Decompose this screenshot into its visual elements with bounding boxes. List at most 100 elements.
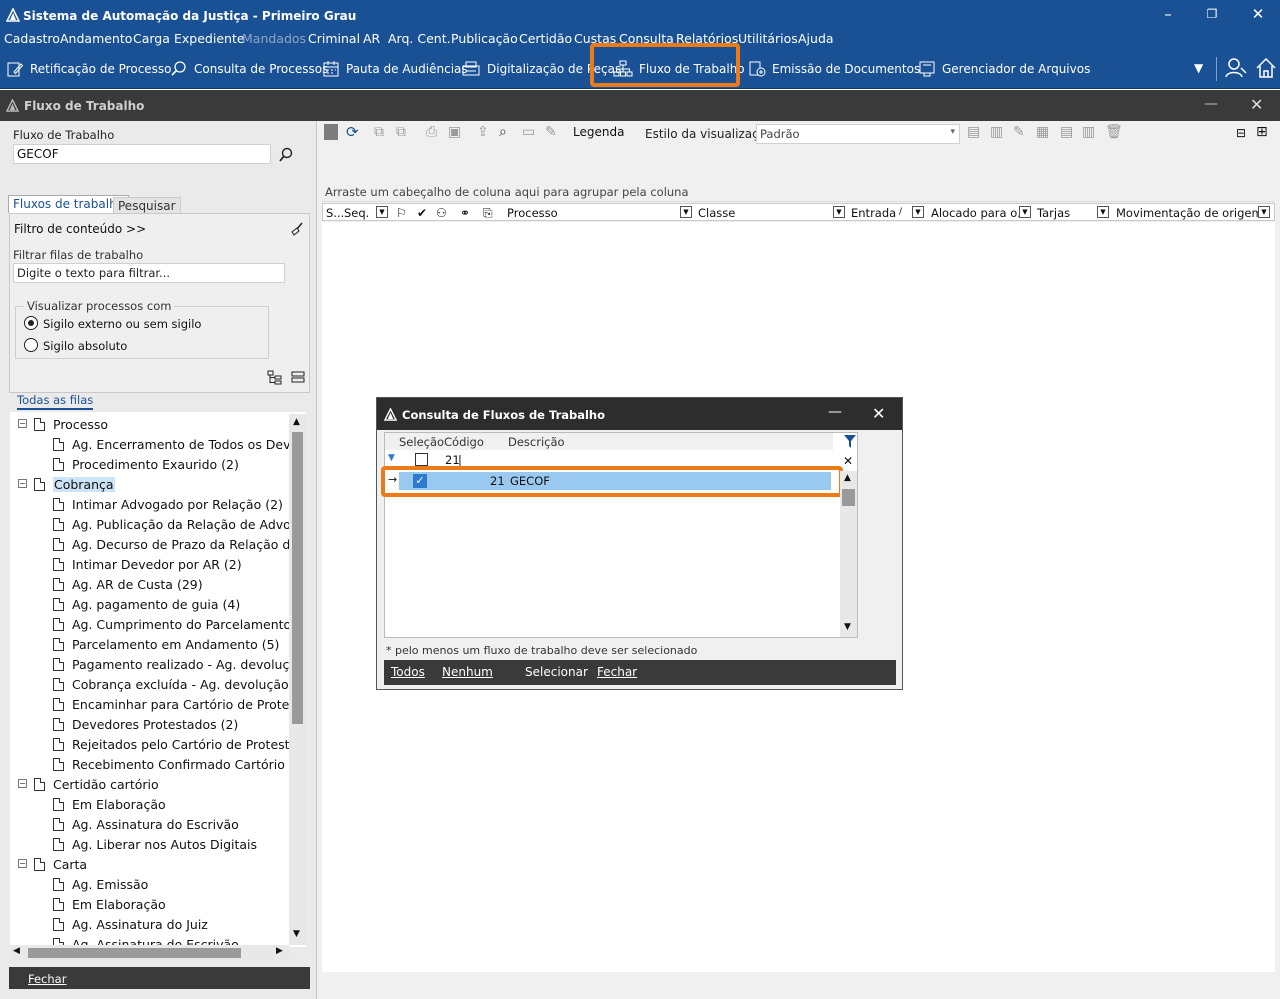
col-movimentacao[interactable]: Movimentação de origem xyxy=(1116,206,1263,220)
tree-item[interactable]: Em Elaboração xyxy=(53,794,166,814)
col-entrada[interactable]: Entrada xyxy=(851,206,896,220)
dialog-vertical-scrollbar[interactable]: ▲ ▼ xyxy=(840,471,857,637)
menu-utilitarios[interactable]: Utilitários xyxy=(738,31,798,46)
tree-item[interactable]: Ag. Assinatura do Escrivão xyxy=(53,814,239,834)
tree-item[interactable]: Ag. pagamento de guia (4) xyxy=(53,594,240,614)
menu-expediente[interactable]: Expediente xyxy=(174,31,245,46)
users-icon[interactable]: ⚇ xyxy=(436,206,447,220)
comment-icon[interactable]: ▭ xyxy=(522,124,535,140)
col-seq-filter-icon[interactable]: ▼ xyxy=(376,206,388,218)
filter-checkbox[interactable] xyxy=(415,453,428,466)
col-codigo[interactable]: Código xyxy=(444,435,484,449)
col-processo[interactable]: Processo xyxy=(507,206,558,220)
grid-collapse-icon[interactable]: ⊟ xyxy=(1236,126,1246,140)
tree-scroll-thumb[interactable] xyxy=(292,432,303,724)
export-icon[interactable]: ▣ xyxy=(448,124,461,140)
col-status[interactable]: S... xyxy=(326,206,344,220)
tree-collapse-toggle[interactable]: − xyxy=(18,779,27,788)
radio-sigilo-absoluto[interactable] xyxy=(24,338,38,352)
search-document-icon[interactable]: ⌕ xyxy=(499,124,507,140)
tree-item[interactable]: Encaminhar para Cartório de Protesto (29 xyxy=(53,694,306,714)
style-excel-icon[interactable]: ▦ xyxy=(1036,124,1049,140)
col-selecao[interactable]: Seleção xyxy=(399,435,444,449)
tree-group[interactable]: Cobrança xyxy=(34,474,115,494)
minimize-button[interactable]: – xyxy=(1146,2,1190,26)
document-icon[interactable]: ⎘ xyxy=(483,206,493,221)
dialog-close-button[interactable]: ✕ xyxy=(872,404,885,423)
tree-item[interactable]: Em Elaboração xyxy=(53,894,166,914)
tree-item[interactable]: Rejeitados pelo Cartório de Protestos (1… xyxy=(53,734,306,754)
nenhum-button[interactable]: Nenhum xyxy=(442,665,493,679)
fechar-dialog-button[interactable]: Fechar xyxy=(597,665,637,679)
menu-ajuda[interactable]: Ajuda xyxy=(798,31,834,46)
tree-item[interactable]: Cobrança excluída - Ag. devolução do AF xyxy=(53,674,306,694)
style-delete-icon[interactable]: ▥ xyxy=(990,124,1003,140)
col-alocado-filter-icon[interactable]: ▼ xyxy=(1019,206,1031,218)
col-entrada-filter-icon[interactable]: ▼ xyxy=(912,206,924,218)
col-classe-filter-icon[interactable]: ▼ xyxy=(833,206,845,218)
tree-item[interactable]: Ag. Cumprimento do Parcelamento (4) xyxy=(53,614,306,634)
scroll-right-icon[interactable]: ▶ xyxy=(276,946,283,956)
tree-item[interactable]: Ag. Encerramento de Todos os Devedores xyxy=(53,434,306,454)
filter-icon[interactable] xyxy=(843,434,857,450)
tree-group[interactable]: Certidão cartório xyxy=(34,774,159,794)
tree-item[interactable]: Ag. Liberar nos Autos Digitais xyxy=(53,834,257,854)
clear-filter-icon[interactable]: ✕ xyxy=(843,454,853,468)
toolbar-pauta-button[interactable]: Pauta de Audiências xyxy=(322,59,468,79)
expand-tree-icon[interactable] xyxy=(267,370,283,385)
tree-vertical-scrollbar[interactable]: ▲ ▼ xyxy=(289,414,306,945)
grid-expand-icon[interactable]: ⊞ xyxy=(1256,124,1268,140)
tab-fluxos-trabalho[interactable]: Fluxos de trabalho xyxy=(8,195,130,213)
style-columns-icon[interactable]: ▥ xyxy=(1082,124,1095,140)
tab-pesquisar[interactable]: Pesquisar xyxy=(113,197,181,213)
group-by-area[interactable]: Arraste um cabeçalho de coluna aqui para… xyxy=(322,182,1275,202)
style-trash-icon[interactable]: 🗑 xyxy=(1105,124,1123,140)
dialog-scroll-thumb[interactable] xyxy=(842,489,855,506)
menu-ar[interactable]: AR xyxy=(363,31,380,46)
toolbar-emissao-button[interactable]: Emissão de Documentos xyxy=(748,59,920,79)
tree-item[interactable]: Pagamento realizado - Ag. devolução do xyxy=(53,654,306,674)
toolbar-gerenciador-button[interactable]: Gerenciador de Arquivos xyxy=(918,59,1090,79)
estilo-select[interactable]: Padrão ▾ xyxy=(756,124,960,144)
legenda-button[interactable]: Legenda xyxy=(573,125,624,139)
scroll-up-icon[interactable]: ▲ xyxy=(293,417,300,427)
tree-item[interactable]: Devedores Protestados (2) xyxy=(53,714,238,734)
subwindow-minimize-button[interactable]: — xyxy=(1204,96,1218,112)
filtro-conteudo-link[interactable]: Filtro de conteúdo >> xyxy=(14,222,146,236)
close-button[interactable]: ✕ xyxy=(1236,2,1280,26)
menu-criminal[interactable]: Criminal xyxy=(308,31,360,46)
col-classe[interactable]: Classe xyxy=(698,206,735,220)
fechar-button[interactable]: Fechar xyxy=(28,972,66,986)
move-icon[interactable]: ⇪ xyxy=(477,124,489,140)
tree-group[interactable]: Carta xyxy=(34,854,87,874)
refresh-icon[interactable]: ⟳ xyxy=(346,123,359,141)
tree-item[interactable]: Recebimento Confirmado Cartório de Prot xyxy=(53,754,306,774)
dialog-minimize-button[interactable]: — xyxy=(828,404,842,420)
broom-icon[interactable] xyxy=(289,221,305,237)
radio-sigilo-externo[interactable] xyxy=(24,316,38,330)
filtrar-filas-input[interactable]: Digite o texto para filtrar... xyxy=(13,263,285,283)
subwindow-close-button[interactable]: ✕ xyxy=(1250,95,1263,114)
tree-item[interactable]: Ag. Assinatura do Juiz xyxy=(53,914,208,934)
style-edit-icon[interactable]: ✎ xyxy=(1013,124,1025,140)
menu-certidao[interactable]: Certidão xyxy=(519,31,572,46)
tree-collapse-toggle[interactable]: − xyxy=(18,859,27,868)
tree-item[interactable]: Intimar Advogado por Relação (2) xyxy=(53,494,283,514)
tree-collapse-toggle[interactable]: − xyxy=(18,479,27,488)
toolbar-overflow-icon[interactable]: ▼ xyxy=(1194,61,1203,75)
style-list-icon[interactable]: ▤ xyxy=(1060,124,1073,140)
todos-button[interactable]: Todos xyxy=(391,665,425,679)
tree-hscroll-thumb[interactable] xyxy=(28,948,241,958)
print-icon[interactable]: ⎙ xyxy=(426,124,437,140)
col-processo-filter-icon[interactable]: ▼ xyxy=(680,206,692,218)
tree-item[interactable]: Parcelamento em Andamento (5) xyxy=(53,634,279,654)
fluxo-input[interactable]: GECOF xyxy=(13,144,271,164)
search-icon[interactable] xyxy=(278,147,294,163)
col-descricao[interactable]: Descrição xyxy=(508,435,565,449)
col-movimentacao-filter-icon[interactable]: ▼ xyxy=(1258,206,1270,218)
copy-icon[interactable]: ⧉ xyxy=(374,124,384,140)
link-icon[interactable]: ⚭ xyxy=(460,206,470,220)
remove-comment-icon[interactable]: ✎ xyxy=(545,124,557,140)
menu-cadastro[interactable]: Cadastro xyxy=(4,31,60,46)
menu-andamento[interactable]: Andamento xyxy=(60,31,132,46)
